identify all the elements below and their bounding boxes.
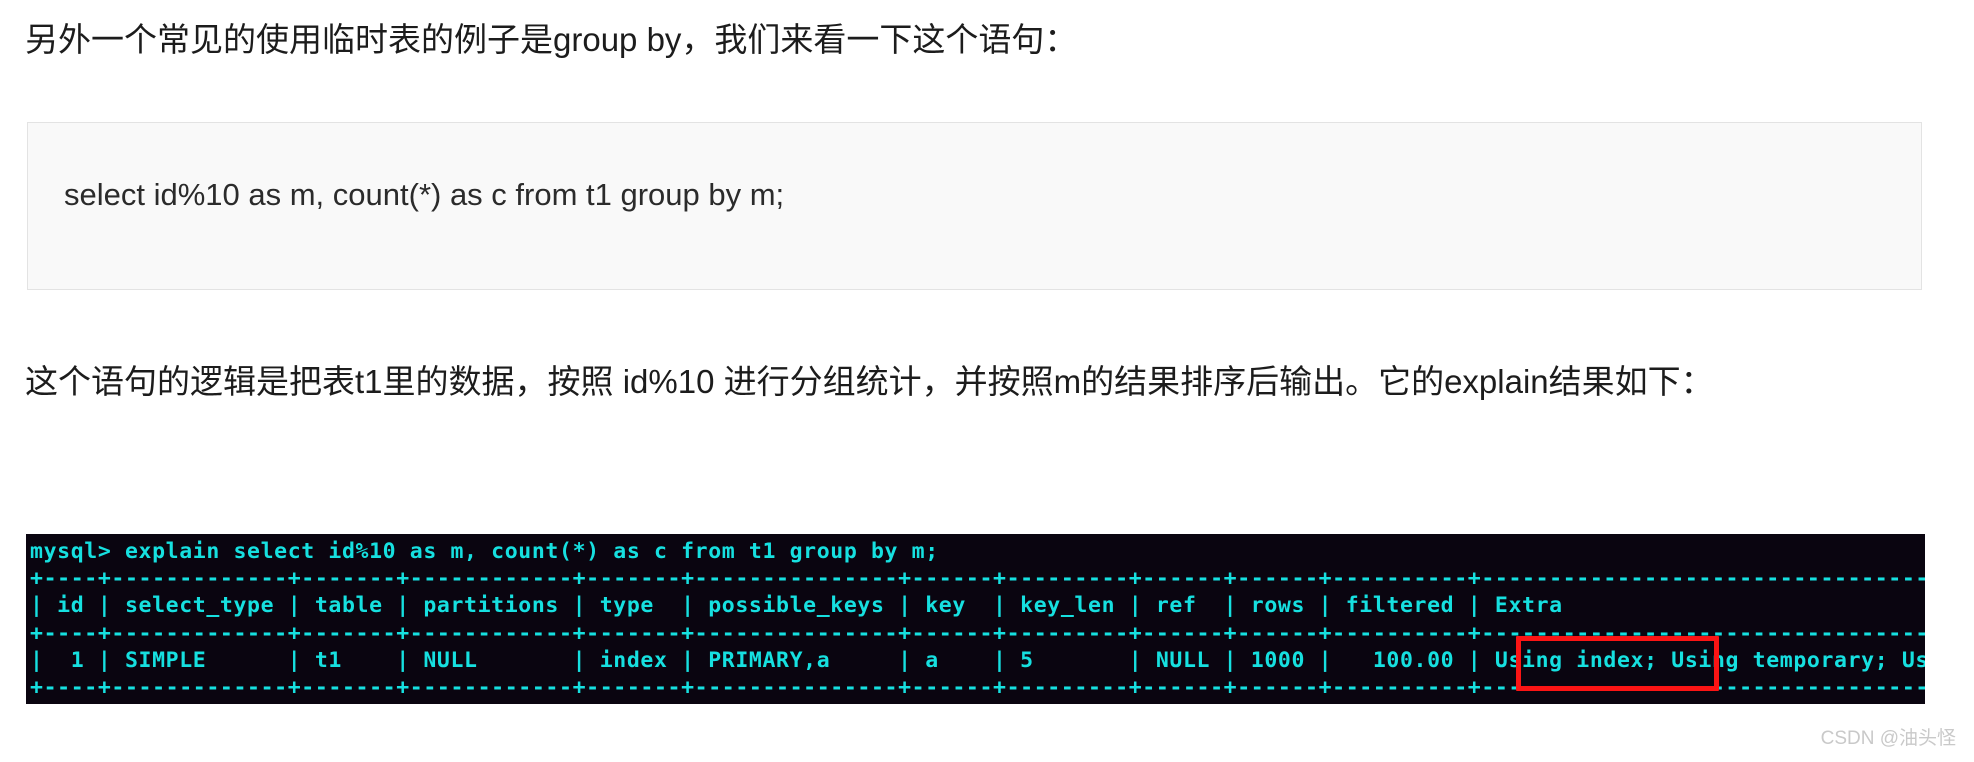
terminal-output-text: mysql> explain select id%10 as m, count(…: [30, 539, 1925, 701]
terminal-output-block: mysql> explain select id%10 as m, count(…: [26, 534, 1925, 704]
explain-paragraph: 这个语句的逻辑是把表t1里的数据，按照 id%10 进行分组统计，并按照m的结果…: [25, 363, 1714, 400]
sql-code-text: select id%10 as m, count(*) as c from t1…: [64, 177, 785, 212]
intro-paragraph: 另外一个常见的使用临时表的例子是group by，我们来看一下这个语句：: [25, 21, 1078, 58]
sql-code-block: select id%10 as m, count(*) as c from t1…: [27, 122, 1922, 290]
csdn-watermark: CSDN @油头怪: [1820, 728, 1956, 749]
